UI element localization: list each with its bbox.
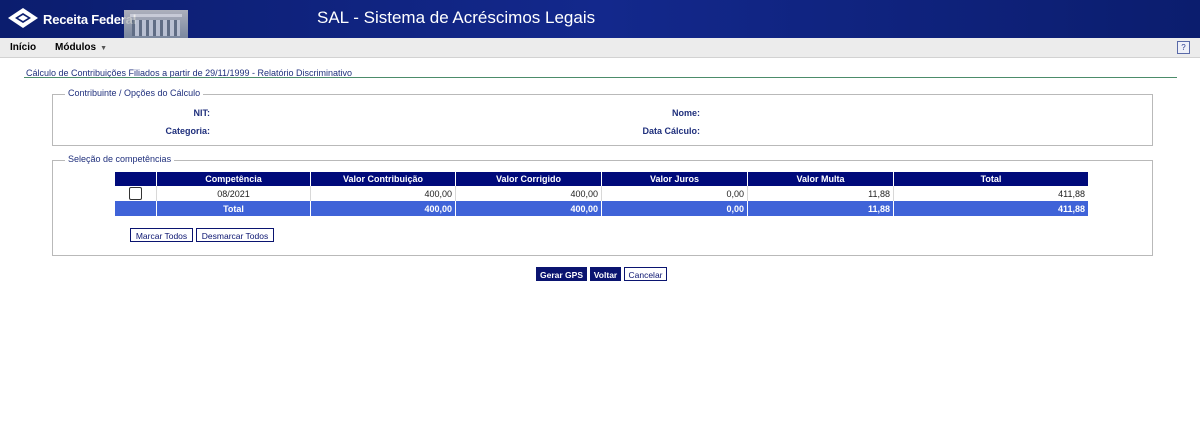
competencias-legend: Seleção de competências <box>65 154 175 164</box>
nit-label: NIT: <box>193 108 211 118</box>
menu-item-modulos[interactable]: Módulos ▼ <box>55 42 107 53</box>
cell-competencia: 08/2021 <box>156 186 311 201</box>
col-total: Total <box>893 172 1088 186</box>
menu-item-inicio[interactable]: Início <box>10 42 36 53</box>
menu-item-modulos-label: Módulos <box>55 42 97 53</box>
categoria-label: Categoria: <box>165 126 210 136</box>
col-competencia: Competência <box>156 172 311 186</box>
cell-total: 411,88 <box>893 186 1088 201</box>
select-column-header <box>115 172 157 186</box>
marcar-todos-button[interactable]: Marcar Todos <box>130 228 193 242</box>
competencias-table: Competência Valor Contribuição Valor Cor… <box>115 172 1088 216</box>
totals-empty-cell <box>115 201 157 216</box>
app-title: SAL - Sistema de Acréscimos Legais <box>317 8 596 27</box>
cell-valor-juros: 0,00 <box>601 186 748 201</box>
cell-valor-multa: 11,88 <box>747 186 894 201</box>
help-icon[interactable]: ? <box>1177 41 1190 54</box>
building-image <box>124 10 188 38</box>
col-valor-corrigido: Valor Corrigido <box>455 172 602 186</box>
chevron-down-icon: ▼ <box>100 45 108 52</box>
receita-federal-logo-icon <box>6 6 40 32</box>
totals-valor-corrigido: 400,00 <box>455 201 602 216</box>
totals-valor-multa: 11,88 <box>747 201 894 216</box>
totals-label: Total <box>156 201 311 216</box>
gerar-gps-button[interactable]: Gerar GPS <box>536 267 587 281</box>
totals-valor-contribuicao: 400,00 <box>310 201 456 216</box>
title-divider <box>24 77 1177 78</box>
cancelar-button[interactable]: Cancelar <box>624 267 667 281</box>
totals-row: Total 400,00 400,00 0,00 11,88 411,88 <box>115 201 1088 216</box>
table-row: 08/2021 400,00 400,00 0,00 11,88 411,88 <box>115 186 1088 201</box>
row-select-cell <box>115 186 157 201</box>
row-checkbox[interactable] <box>129 187 142 200</box>
cell-valor-corrigido: 400,00 <box>455 186 602 201</box>
voltar-button[interactable]: Voltar <box>590 267 621 281</box>
contribuinte-fieldset: Contribuinte / Opções do Cálculo NIT: No… <box>52 88 1153 146</box>
col-valor-contribuicao: Valor Contribuição <box>310 172 456 186</box>
logo[interactable]: Receita Federal <box>6 5 136 33</box>
cell-valor-contribuicao: 400,00 <box>310 186 456 201</box>
desmarcar-todos-button[interactable]: Desmarcar Todos <box>196 228 274 242</box>
col-valor-juros: Valor Juros <box>601 172 748 186</box>
col-valor-multa: Valor Multa <box>747 172 894 186</box>
totals-total: 411,88 <box>893 201 1088 216</box>
contribuinte-legend: Contribuinte / Opções do Cálculo <box>65 88 204 98</box>
nome-label: Nome: <box>671 108 700 118</box>
header-banner: Receita Federal SAL - Sistema de Acrésci… <box>0 0 1200 38</box>
totals-valor-juros: 0,00 <box>601 201 748 216</box>
logo-text: Receita Federal <box>43 11 137 27</box>
table-header-row: Competência Valor Contribuição Valor Cor… <box>115 172 1088 186</box>
menu-bar: Início Módulos ▼ ? <box>0 38 1200 58</box>
data-calculo-label: Data Cálculo: <box>642 126 700 136</box>
